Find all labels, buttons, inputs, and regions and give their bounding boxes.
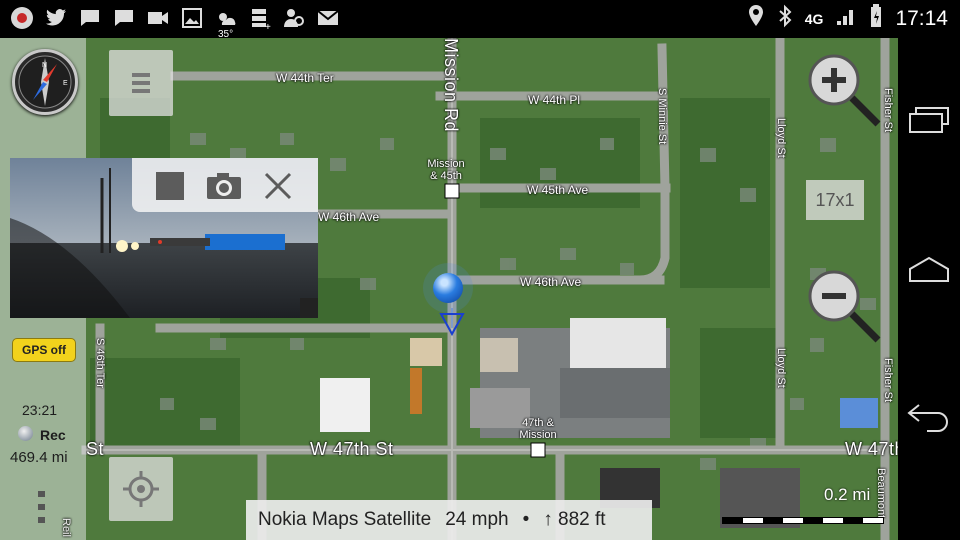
street-label: S 46th Ter [94, 338, 106, 388]
street-label: S Minnie St [656, 88, 668, 145]
clock: 17:14 [895, 6, 948, 30]
street-label-partial: Reil [60, 518, 72, 537]
recent-apps-icon [909, 107, 949, 133]
track-time: 23:21 [22, 402, 58, 418]
home-icon [909, 256, 949, 282]
street-label: W 45th Ave [527, 183, 589, 197]
poi-label: 47th & Mission [519, 417, 557, 441]
street-label: Beaumont [875, 468, 887, 519]
street-label: W 47th St [310, 439, 394, 459]
chat-icon [112, 6, 136, 30]
altitude-label: ↑ 882 ft [543, 509, 606, 530]
system-status: 4G 17:14 [747, 4, 948, 33]
menu-icon [132, 73, 150, 93]
gmail-icon [316, 6, 340, 30]
capture-photo-button[interactable] [204, 166, 244, 206]
weather-icon: 35° [214, 6, 238, 40]
compass-button[interactable]: N E [12, 49, 78, 115]
home-button[interactable] [906, 250, 952, 290]
back-icon [907, 404, 948, 432]
zoom-in-icon [808, 54, 881, 127]
street-label: Mission Rd [441, 38, 461, 133]
back-button[interactable] [906, 398, 952, 438]
record-icon [10, 6, 34, 30]
close-icon [264, 172, 292, 200]
track-distance: 469.4 mi [10, 449, 68, 466]
separator: • [522, 509, 530, 530]
camera-icon [207, 173, 241, 199]
menu-button[interactable] [109, 50, 173, 116]
network-type: 4G [804, 10, 824, 27]
recent-apps-button[interactable] [906, 100, 952, 140]
zoom-out-button[interactable] [806, 268, 881, 343]
stop-button[interactable] [150, 166, 190, 206]
poi-label: Mission & 45th [427, 158, 465, 182]
camera-controls [132, 158, 318, 212]
close-camera-button[interactable] [258, 166, 298, 206]
record-label: Rec [40, 427, 66, 443]
speed-label: 24 mph [445, 509, 509, 530]
chat-icon [78, 6, 102, 30]
image-icon [180, 6, 204, 30]
street-label: Lloyd St [775, 118, 787, 158]
signal-icon [835, 5, 857, 32]
notification-icons: 35° + [10, 6, 340, 40]
street-label: W 44th Ter [276, 71, 334, 85]
status-bar: 35° + 4G 17:14 [0, 0, 960, 40]
record-status-icon [18, 426, 33, 441]
battery-icon [869, 4, 883, 33]
status-info-bar: Nokia Maps Satellite 24 mph • ↑ 882 ft [246, 500, 652, 540]
street-label: W 46th Ave [318, 210, 380, 224]
twitter-icon [44, 6, 68, 30]
street-label: Lloyd St [775, 348, 787, 388]
svg-text:N: N [42, 62, 47, 69]
svg-text:E: E [63, 80, 68, 87]
location-icon [747, 4, 765, 33]
compass-icon: N E [18, 55, 72, 109]
zoom-out-icon [808, 270, 881, 343]
video-icon [146, 6, 170, 30]
scale-label: 0.2 mi [824, 485, 871, 504]
street-label-partial: St [86, 439, 105, 459]
svg-text:+: + [265, 22, 271, 30]
zoom-in-button[interactable] [806, 52, 881, 127]
drag-handle-icon[interactable] [36, 489, 48, 529]
my-location-button[interactable] [109, 457, 173, 521]
zoom-level-indicator: 17x1 [806, 180, 864, 220]
street-label: W 44th Pl [528, 93, 581, 107]
gps-toggle-button[interactable]: GPS off [12, 338, 76, 362]
system-nav-bar [898, 38, 960, 540]
crosshair-icon [123, 471, 159, 507]
scale-bar [722, 517, 884, 524]
stop-icon [156, 172, 184, 200]
map-source-label: Nokia Maps Satellite [258, 509, 432, 530]
street-label: Fisher St [882, 358, 894, 403]
people-icon [282, 6, 306, 30]
street-label: W 47th St [845, 439, 898, 459]
storage-icon: + [248, 6, 272, 30]
current-location-marker [433, 273, 463, 303]
bluetooth-icon [777, 4, 793, 33]
street-label: W 46th Ave [520, 275, 582, 289]
